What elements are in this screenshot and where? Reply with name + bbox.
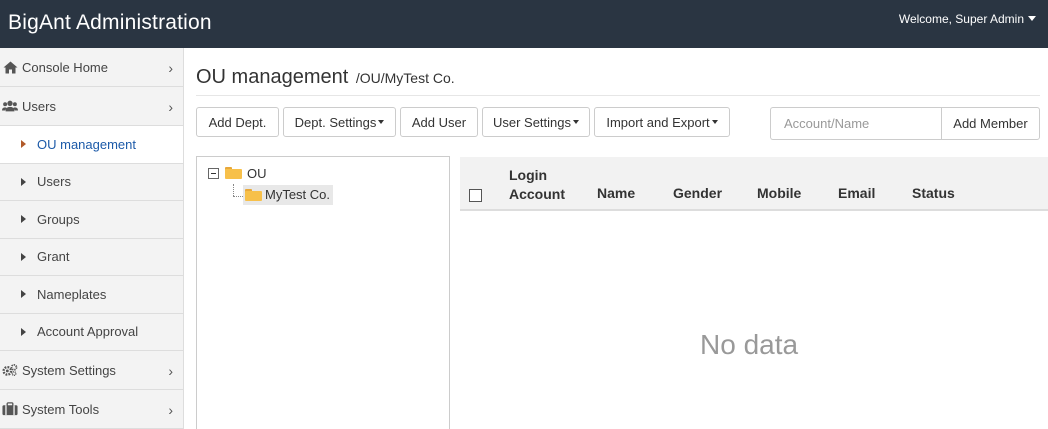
dept-settings-dropdown[interactable]: Dept. Settings — [283, 107, 396, 137]
collapse-icon[interactable] — [208, 168, 219, 179]
sidebar-item-console-home[interactable]: Console Home › — [0, 48, 183, 87]
user-menu[interactable]: Welcome, Super Admin — [899, 12, 1036, 26]
sidebar-item-label: Grant — [37, 249, 70, 265]
sidebar-item-label: Groups — [37, 211, 80, 227]
sidebar-item-grant[interactable]: Grant — [0, 239, 183, 276]
sidebar-item-label: System Tools — [22, 401, 100, 417]
caret-right-icon — [21, 290, 26, 299]
caret-down-icon — [573, 120, 580, 124]
chevron-right-icon: › — [168, 60, 173, 76]
chevron-right-icon: › — [168, 99, 173, 115]
table-header: Login Account Name Gender Mobile Email S… — [460, 157, 1048, 211]
sidebar-item-account-approval[interactable]: Account Approval — [0, 314, 183, 351]
button-label: Import and Export — [606, 114, 710, 130]
users-icon — [2, 99, 18, 113]
chevron-right-icon: › — [168, 363, 173, 379]
tree-node-root[interactable]: OU — [247, 166, 267, 181]
user-settings-dropdown[interactable]: User Settings — [482, 107, 590, 137]
sidebar-item-label: System Settings — [22, 362, 116, 378]
add-user-button[interactable]: Add User — [400, 107, 478, 137]
sidebar-item-users-group[interactable]: Users › — [0, 87, 183, 126]
tree-connector — [233, 196, 243, 197]
page-title: OU management /OU/MyTest Co. — [196, 66, 455, 89]
add-member-button[interactable]: Add Member — [941, 107, 1040, 140]
sidebar-item-label: Console Home — [22, 59, 108, 75]
column-name[interactable]: Name — [597, 185, 635, 201]
sidebar-item-ou-management[interactable]: OU management — [0, 126, 183, 164]
sidebar-item-label: Users — [37, 174, 71, 190]
welcome-text: Welcome, Super Admin — [898, 12, 1024, 26]
column-gender[interactable]: Gender — [673, 185, 722, 201]
folder-open-icon — [225, 167, 242, 179]
breadcrumb: /OU/MyTest Co. — [355, 70, 455, 86]
sidebar-item-users[interactable]: Users — [0, 164, 183, 201]
column-status[interactable]: Status — [912, 185, 955, 201]
caret-right-icon — [21, 327, 26, 336]
caret-right-icon — [21, 252, 26, 261]
sidebar-item-label: Account Approval — [37, 324, 139, 340]
home-icon — [2, 60, 18, 74]
chevron-right-icon: › — [168, 402, 173, 418]
sidebar-item-label: OU management — [37, 136, 136, 152]
button-label: Add Dept. — [208, 114, 267, 130]
caret-right-icon — [21, 177, 26, 186]
button-label: User Settings — [492, 114, 572, 130]
tree-node-label: MyTest Co. — [265, 187, 331, 202]
sidebar-item-label: Users — [22, 98, 56, 114]
column-mobile[interactable]: Mobile — [757, 185, 801, 201]
app-title[interactable]: BigAnt Administration — [8, 11, 212, 35]
caret-down-icon — [378, 120, 385, 124]
column-label: Account — [509, 186, 565, 202]
page-title-text: OU management — [196, 66, 349, 88]
caret-down-icon — [1028, 16, 1036, 21]
import-export-dropdown[interactable]: Import and Export — [594, 107, 730, 137]
sidebar: Console Home › Users › OU management Use… — [0, 48, 184, 429]
gears-icon — [2, 363, 18, 377]
column-label: Login — [509, 167, 548, 183]
tree-connector — [233, 184, 234, 196]
briefcase-icon — [2, 402, 18, 416]
add-dept-button[interactable]: Add Dept. — [196, 107, 279, 137]
top-navbar: BigAnt Administration Welcome, Super Adm… — [0, 0, 1048, 48]
caret-right-icon — [21, 140, 26, 149]
caret-right-icon — [21, 215, 26, 224]
sidebar-item-groups[interactable]: Groups — [0, 201, 183, 239]
button-label: Add Member — [953, 116, 1028, 131]
sidebar-item-system-settings[interactable]: System Settings › — [0, 351, 183, 390]
empty-state-text: No data — [700, 329, 799, 360]
sidebar-item-nameplates[interactable]: Nameplates — [0, 276, 183, 314]
button-label: Add User — [411, 114, 467, 130]
column-email[interactable]: Email — [838, 185, 875, 201]
button-label: Dept. Settings — [294, 114, 377, 130]
tree-node-selected[interactable]: MyTest Co. — [243, 185, 333, 205]
members-table: Login Account Name Gender Mobile Email S… — [460, 157, 1048, 429]
select-all-checkbox[interactable] — [469, 189, 482, 202]
sidebar-item-system-tools[interactable]: System Tools › — [0, 390, 183, 429]
account-name-search-input[interactable] — [770, 107, 941, 140]
divider — [196, 95, 1040, 96]
ou-tree-panel: OU MyTest Co. — [196, 156, 450, 429]
sidebar-item-label: Nameplates — [37, 286, 107, 302]
column-login-account[interactable]: Login Account — [509, 166, 565, 204]
caret-down-icon — [711, 120, 718, 124]
folder-icon — [245, 189, 262, 201]
